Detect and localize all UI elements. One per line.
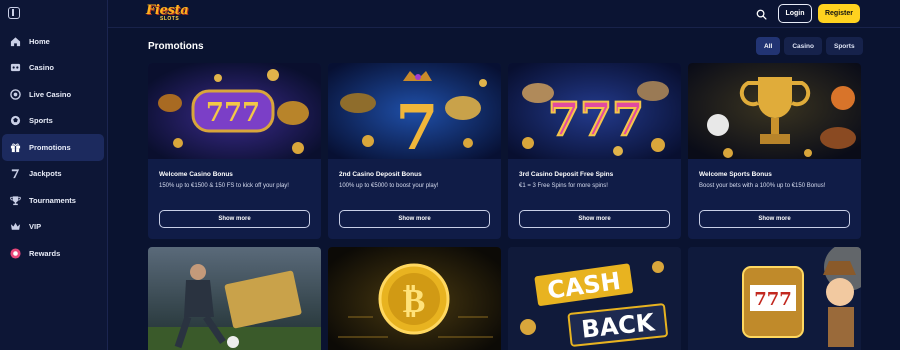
sidebar-toggle-icon[interactable]: [8, 7, 20, 19]
sidebar-item-label: Home: [29, 36, 50, 46]
promotion-card[interactable]: Welcome Sports Bonus Boost your bets wit…: [688, 63, 861, 239]
show-more-button[interactable]: Show more: [519, 210, 670, 228]
sports-icon: [10, 115, 21, 126]
brand-logo[interactable]: Fiesta SLOTS: [146, 3, 194, 25]
logo-subtitle: SLOTS: [160, 16, 180, 22]
promotion-card[interactable]: 777: [688, 247, 861, 350]
promo-title: 3rd Casino Deposit Free Spins: [519, 171, 614, 178]
search-icon: [756, 9, 767, 20]
svg-text:777: 777: [548, 92, 644, 146]
promotion-card[interactable]: 777 Welcome Casino Bonus 150% up to €150…: [148, 63, 321, 239]
promo-image-trophy: [688, 63, 861, 159]
sidebar: Home Casino Live Casino Sports Promotion…: [0, 0, 108, 350]
filter-casino[interactable]: Casino: [784, 37, 822, 55]
show-more-button[interactable]: Show more: [159, 210, 310, 228]
crown-icon: [10, 221, 21, 232]
sidebar-item-label: Jackpots: [29, 169, 62, 179]
sidebar-item-label: Casino: [29, 63, 55, 73]
promo-image-football: [148, 247, 321, 350]
promotion-card[interactable]: CASH BACK: [508, 247, 681, 350]
promo-title: 2nd Casino Deposit Bonus: [339, 171, 422, 178]
register-button[interactable]: Register: [818, 4, 860, 23]
sidebar-item-label: Sports: [29, 116, 53, 126]
svg-text:7: 7: [395, 91, 438, 159]
category-filters: All Casino Sports: [756, 37, 863, 55]
sidebar-item-label: Promotions: [29, 142, 71, 152]
promo-image-bitcoin: ₿: [328, 247, 501, 350]
sidebar-item-sports[interactable]: Sports: [2, 108, 104, 135]
search-button[interactable]: [752, 5, 770, 23]
home-icon: [10, 36, 21, 47]
promo-image-slot-detective: 777: [688, 247, 861, 350]
sidebar-item-tournaments[interactable]: Tournaments: [2, 187, 104, 214]
sidebar-item-label: Rewards: [29, 248, 61, 258]
promo-description: Boost your bets with a 100% up to €150 B…: [699, 183, 826, 189]
sidebar-item-casino[interactable]: Casino: [2, 55, 104, 82]
live-casino-icon: [10, 88, 21, 100]
casino-icon: [10, 62, 21, 73]
sidebar-item-live-casino[interactable]: Live Casino: [2, 81, 104, 108]
promotion-card[interactable]: 777 3rd Casino Deposit Free Spins €1 = 3…: [508, 63, 681, 239]
promo-image-golden-7: 7: [328, 63, 501, 159]
page-title: Promotions: [148, 41, 204, 52]
login-button[interactable]: Login: [778, 4, 812, 23]
sidebar-item-rewards[interactable]: Rewards: [2, 240, 104, 267]
promo-title: Welcome Sports Bonus: [699, 171, 772, 178]
sidebar-item-label: Live Casino: [29, 89, 72, 99]
promotion-card[interactable]: ₿: [328, 247, 501, 350]
sidebar-item-label: Tournaments: [29, 195, 76, 205]
main-content: Promotions All Casino Sports 777 Welcome…: [108, 29, 900, 350]
svg-text:777: 777: [754, 289, 792, 310]
promo-image-777-masks: 777: [508, 63, 681, 159]
rewards-icon: [10, 248, 21, 259]
sidebar-item-label: VIP: [29, 222, 42, 232]
promo-description: 100% up to €5000 to boost your play!: [339, 183, 439, 189]
sidebar-item-promotions[interactable]: Promotions: [2, 134, 104, 161]
trophy-icon: [10, 195, 21, 206]
sidebar-nav: Home Casino Live Casino Sports Promotion…: [0, 28, 108, 267]
promo-description: €1 = 3 Free Spins for more spins!: [519, 183, 608, 189]
top-header: Fiesta SLOTS Login Register: [108, 0, 900, 28]
show-more-button[interactable]: Show more: [699, 210, 850, 228]
svg-text:₿: ₿: [403, 281, 426, 321]
promo-title: Welcome Casino Bonus: [159, 171, 233, 178]
filter-all[interactable]: All: [756, 37, 781, 55]
sidebar-item-vip[interactable]: VIP: [2, 214, 104, 241]
gift-icon: [10, 142, 21, 153]
promotion-card[interactable]: [148, 247, 321, 350]
promo-description: 150% up to €1500 & 150 FS to kick off yo…: [159, 183, 289, 189]
sidebar-item-jackpots[interactable]: Jackpots: [2, 161, 104, 188]
jackpot-icon: [10, 168, 21, 179]
promo-image-slot-777: 777: [148, 63, 321, 159]
sidebar-item-home[interactable]: Home: [2, 28, 104, 55]
show-more-button[interactable]: Show more: [339, 210, 490, 228]
svg-text:777: 777: [206, 98, 260, 128]
filter-sports[interactable]: Sports: [825, 37, 863, 55]
promo-image-cashback: CASH BACK: [508, 247, 681, 350]
promotion-card[interactable]: 7 2nd Casino Deposit Bonus 100% up to €5…: [328, 63, 501, 239]
